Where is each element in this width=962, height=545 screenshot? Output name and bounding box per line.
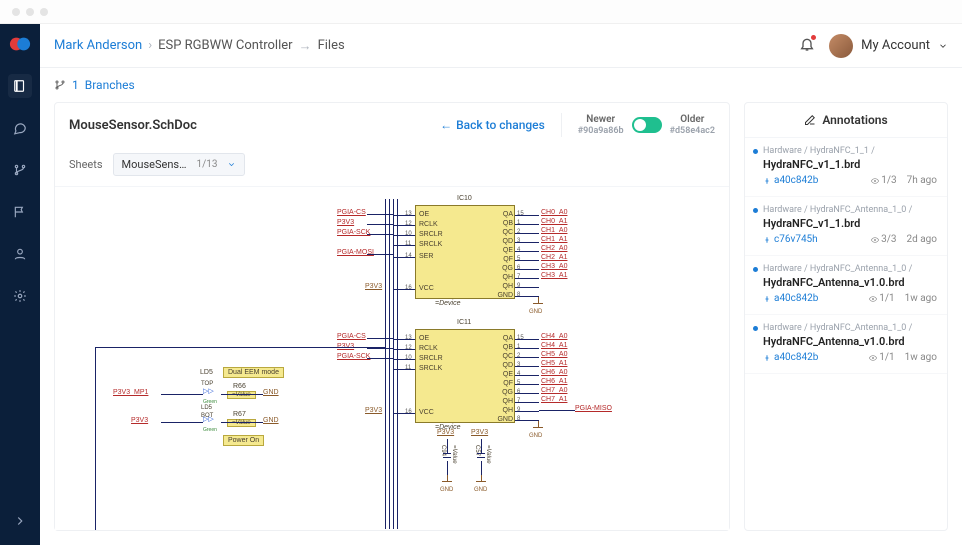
schematic-canvas[interactable]: IC10OE13RCLK12SRCLR10SRCLK11SER14VCC16QA… bbox=[55, 187, 729, 530]
older-label: Older bbox=[680, 114, 704, 126]
annotation-count: 1/1 bbox=[869, 352, 894, 363]
branch-nav-icon[interactable] bbox=[8, 158, 32, 182]
chevron-right-icon: › bbox=[148, 38, 152, 53]
sheet-count: 1/13 bbox=[196, 159, 217, 170]
annotation-item[interactable]: Hardware / HydraNFC_Antenna_1_0 / HydraN… bbox=[745, 315, 947, 374]
top-bar: Mark Anderson › ESP RGBWW Controller → F… bbox=[40, 24, 962, 68]
sheet-name: MouseSens… bbox=[122, 158, 187, 171]
traffic-light-icon bbox=[26, 8, 34, 16]
annotation-file: HydraNFC_v1_1.brd bbox=[763, 217, 937, 230]
arrow-left-icon: ← bbox=[440, 118, 452, 132]
newer-label: Newer bbox=[586, 114, 615, 126]
notifications-icon[interactable] bbox=[799, 36, 815, 56]
eye-icon bbox=[871, 177, 879, 185]
commit-icon bbox=[763, 354, 771, 362]
version-compare: Newer #90a9a86b Older #d58e4ac2 bbox=[578, 114, 715, 137]
annotation-item[interactable]: Hardware / HydraNFC_Antenna_1_0 / HydraN… bbox=[745, 197, 947, 256]
chat-nav-icon[interactable] bbox=[8, 116, 32, 140]
sheet-selector[interactable]: MouseSens… 1/13 bbox=[113, 153, 246, 176]
user-nav-icon[interactable] bbox=[8, 242, 32, 266]
document-panel: MouseSensor.SchDoc ← Back to changes New… bbox=[54, 102, 730, 531]
traffic-light-icon bbox=[12, 8, 20, 16]
newer-hash: #90a9a86b bbox=[578, 126, 624, 137]
account-menu[interactable]: My Account bbox=[829, 34, 948, 58]
git-branch-icon bbox=[54, 79, 66, 91]
annotation-time: 7h ago bbox=[907, 175, 937, 186]
sheets-label: Sheets bbox=[69, 158, 103, 171]
app-logo-icon[interactable] bbox=[8, 32, 32, 56]
annotation-hash[interactable]: a40c842b bbox=[763, 352, 859, 363]
annotation-path: Hardware / HydraNFC_Antenna_1_0 / bbox=[763, 205, 937, 215]
breadcrumb-page: Files bbox=[318, 38, 345, 53]
eye-icon bbox=[871, 236, 879, 244]
annotation-path: Hardware / HydraNFC_Antenna_1_0 / bbox=[763, 323, 937, 333]
annotation-hash[interactable]: a40c842b bbox=[763, 293, 859, 304]
breadcrumb-project[interactable]: ESP RGBWW Controller bbox=[158, 38, 292, 53]
chevron-down-icon bbox=[938, 41, 948, 51]
annotation-file: HydraNFC_Antenna_v1.0.brd bbox=[763, 335, 937, 348]
back-label: Back to changes bbox=[456, 118, 545, 132]
branches-count: 1 bbox=[72, 78, 79, 92]
annotation-time: 2d ago bbox=[907, 234, 938, 245]
arrow-right-icon: → bbox=[299, 38, 312, 54]
annotations-panel: Annotations Hardware / HydraNFC_1_1 / Hy… bbox=[744, 102, 948, 531]
branches-bar: 1 Branches bbox=[40, 68, 962, 102]
document-title: MouseSensor.SchDoc bbox=[69, 118, 197, 133]
annotation-count: 1/3 bbox=[871, 175, 896, 186]
annotation-hash[interactable]: c76v745h bbox=[763, 234, 861, 245]
annotation-item[interactable]: Hardware / HydraNFC_1_1 / HydraNFC_v1_1.… bbox=[745, 138, 947, 197]
window-chrome bbox=[0, 0, 962, 24]
annotation-file: HydraNFC_Antenna_v1.0.brd bbox=[763, 276, 937, 289]
edit-icon bbox=[804, 114, 816, 126]
flag-nav-icon[interactable] bbox=[8, 200, 32, 224]
annotation-file: HydraNFC_v1_1.brd bbox=[763, 158, 937, 171]
annotation-hash[interactable]: a40c842b bbox=[763, 175, 861, 186]
commit-icon bbox=[763, 236, 771, 244]
commit-icon bbox=[763, 177, 771, 185]
eye-icon bbox=[869, 354, 877, 362]
version-toggle[interactable] bbox=[632, 117, 662, 133]
annotation-item[interactable]: Hardware / HydraNFC_Antenna_1_0 / HydraN… bbox=[745, 256, 947, 315]
eye-icon bbox=[869, 295, 877, 303]
left-sidebar bbox=[0, 24, 40, 545]
chevron-down-icon bbox=[227, 160, 236, 169]
annotation-count: 3/3 bbox=[871, 234, 896, 245]
annotations-title: Annotations bbox=[822, 113, 887, 127]
annotation-time: 1w ago bbox=[905, 352, 937, 363]
older-hash: #d58e4ac2 bbox=[670, 126, 715, 137]
breadcrumb-user[interactable]: Mark Anderson bbox=[54, 38, 142, 53]
collapse-nav-icon[interactable] bbox=[8, 509, 32, 533]
traffic-light-icon bbox=[40, 8, 48, 16]
annotation-path: Hardware / HydraNFC_1_1 / bbox=[763, 146, 937, 156]
annotation-path: Hardware / HydraNFC_Antenna_1_0 / bbox=[763, 264, 937, 274]
annotation-time: 1w ago bbox=[905, 293, 937, 304]
avatar-icon bbox=[829, 34, 853, 58]
account-label: My Account bbox=[861, 38, 930, 53]
files-nav-icon[interactable] bbox=[8, 74, 32, 98]
settings-nav-icon[interactable] bbox=[8, 284, 32, 308]
annotation-count: 1/1 bbox=[869, 293, 894, 304]
commit-icon bbox=[763, 295, 771, 303]
branches-link[interactable]: Branches bbox=[85, 78, 135, 92]
back-to-changes-link[interactable]: ← Back to changes bbox=[440, 118, 545, 132]
